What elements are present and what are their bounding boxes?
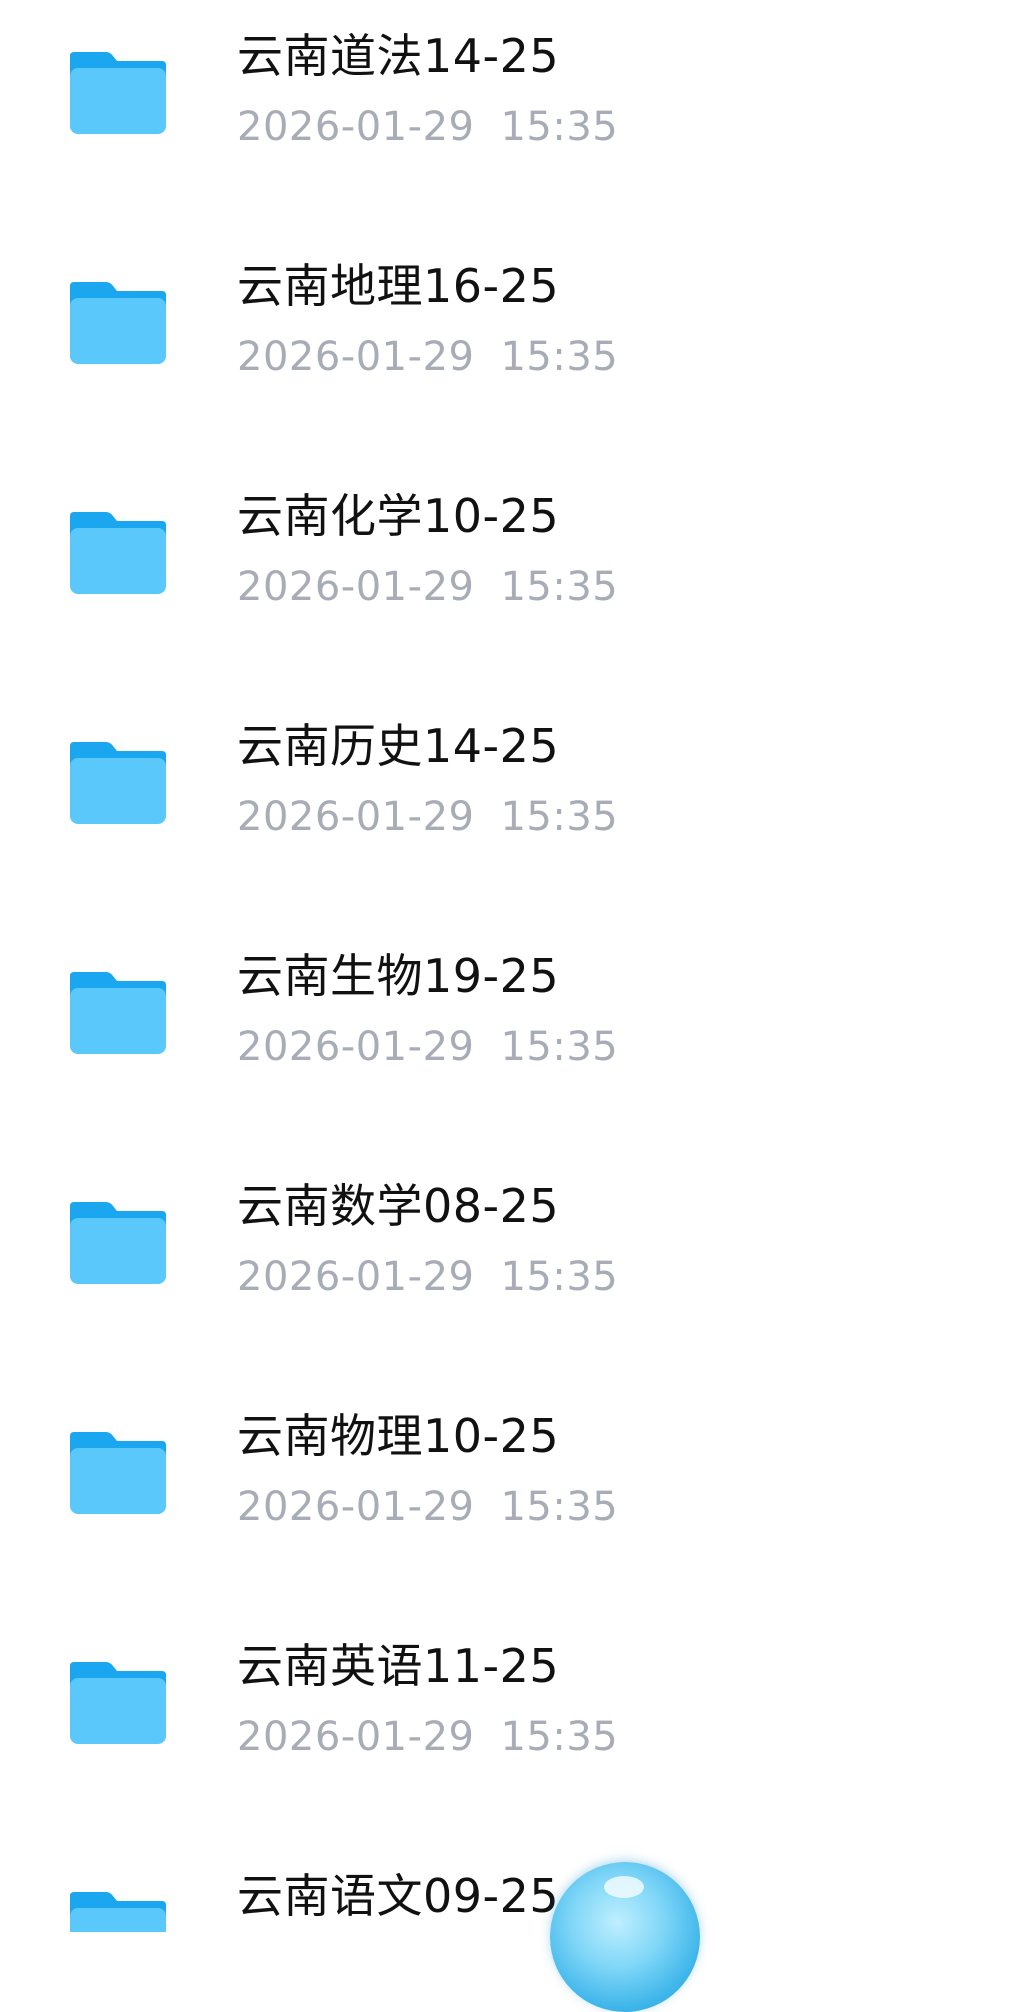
folder-name: 云南地理16-25 bbox=[237, 259, 560, 313]
modified-date: 2026-01-29 bbox=[237, 104, 475, 150]
modified-date: 2026-01-29 bbox=[237, 334, 475, 380]
modified-date: 2026-01-29 bbox=[237, 1484, 475, 1530]
modified-time: 2026-01-29 15:35 bbox=[237, 562, 618, 612]
modified-clock: 15:35 bbox=[500, 334, 619, 380]
modified-time: 2026-01-29 15:35 bbox=[237, 1252, 618, 1302]
folder-name: 云南数学08-25 bbox=[237, 1179, 560, 1233]
modified-date: 2026-01-29 bbox=[237, 564, 475, 610]
folder-row[interactable]: 云南道法14-25 2026-01-29 15:35 bbox=[0, 0, 1028, 230]
modified-clock: 15:35 bbox=[500, 104, 619, 150]
assistant-ball-icon[interactable] bbox=[550, 1862, 700, 2012]
folder-name: 云南生物19-25 bbox=[237, 949, 560, 1003]
folder-row[interactable]: 云南物理10-25 2026-01-29 15:35 bbox=[0, 1380, 1028, 1610]
folder-icon bbox=[68, 1658, 168, 1746]
folder-icon bbox=[68, 278, 168, 366]
modified-time: 2026-01-29 15:35 bbox=[237, 1022, 618, 1072]
folder-row[interactable]: 云南数学08-25 2026-01-29 15:35 bbox=[0, 1150, 1028, 1380]
ball-highlight bbox=[604, 1876, 644, 1898]
modified-clock: 15:35 bbox=[500, 1254, 619, 1300]
modified-date: 2026-01-29 bbox=[237, 1254, 475, 1300]
modified-clock: 15:35 bbox=[500, 1024, 619, 1070]
folder-name: 云南道法14-25 bbox=[237, 29, 560, 83]
modified-date: 2026-01-29 bbox=[237, 1714, 475, 1760]
modified-time: 2026-01-29 15:35 bbox=[237, 1712, 618, 1762]
folder-icon bbox=[68, 1198, 168, 1286]
folder-icon bbox=[68, 1888, 168, 1932]
modified-clock: 15:35 bbox=[500, 564, 619, 610]
folder-row[interactable]: 云南语文09-25 bbox=[0, 1840, 1028, 1932]
modified-time: 2026-01-29 15:35 bbox=[237, 1482, 618, 1532]
modified-clock: 15:35 bbox=[500, 1484, 619, 1530]
folder-name: 云南历史14-25 bbox=[237, 719, 560, 773]
modified-date: 2026-01-29 bbox=[237, 794, 475, 840]
folder-icon bbox=[68, 738, 168, 826]
folder-icon bbox=[68, 968, 168, 1056]
folder-row[interactable]: 云南地理16-25 2026-01-29 15:35 bbox=[0, 230, 1028, 460]
folder-icon bbox=[68, 1428, 168, 1516]
modified-time: 2026-01-29 15:35 bbox=[237, 792, 618, 842]
folder-name: 云南物理10-25 bbox=[237, 1409, 560, 1463]
modified-clock: 15:35 bbox=[500, 1714, 619, 1760]
modified-date: 2026-01-29 bbox=[237, 1024, 475, 1070]
modified-clock: 15:35 bbox=[500, 794, 619, 840]
file-list: 云南道法14-25 2026-01-29 15:35 云南地理16-25 2026… bbox=[0, 0, 1028, 1932]
folder-name: 云南英语11-25 bbox=[237, 1639, 560, 1693]
folder-icon bbox=[68, 508, 168, 596]
modified-time: 2026-01-29 15:35 bbox=[237, 332, 618, 382]
folder-name: 云南化学10-25 bbox=[237, 489, 560, 543]
folder-row[interactable]: 云南历史14-25 2026-01-29 15:35 bbox=[0, 690, 1028, 920]
folder-row[interactable]: 云南英语11-25 2026-01-29 15:35 bbox=[0, 1610, 1028, 1840]
folder-icon bbox=[68, 48, 168, 136]
folder-row[interactable]: 云南化学10-25 2026-01-29 15:35 bbox=[0, 460, 1028, 690]
folder-name: 云南语文09-25 bbox=[237, 1869, 560, 1923]
folder-row[interactable]: 云南生物19-25 2026-01-29 15:35 bbox=[0, 920, 1028, 1150]
modified-time: 2026-01-29 15:35 bbox=[237, 102, 618, 152]
